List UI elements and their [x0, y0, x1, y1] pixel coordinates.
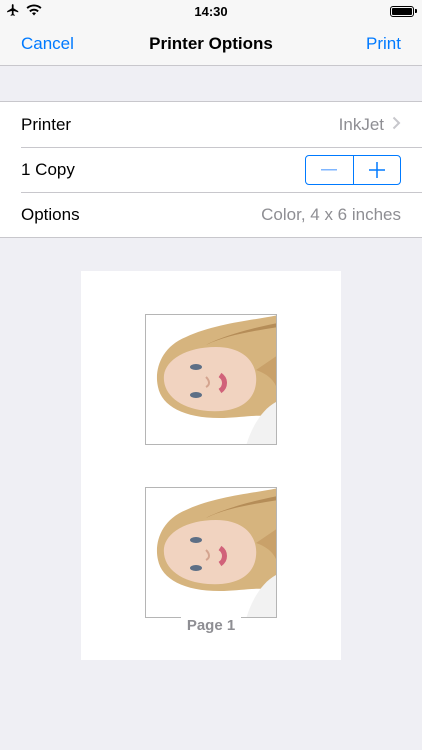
print-button[interactable]: Print	[366, 34, 401, 54]
chevron-right-icon	[392, 114, 401, 135]
photo-thumbnail	[145, 314, 277, 445]
copies-stepper[interactable]	[305, 154, 401, 185]
status-indicators	[6, 3, 42, 20]
copies-row: 1 Copy	[0, 147, 422, 192]
print-preview-page[interactable]: Page 1	[81, 271, 341, 660]
page-number-label: Page 1	[81, 617, 341, 634]
cancel-button[interactable]: Cancel	[21, 34, 74, 54]
status-bar: 14:30	[0, 0, 422, 22]
battery-icon	[390, 5, 417, 17]
printer-label: Printer	[21, 114, 72, 134]
options-row[interactable]: Options Color, 4 x 6 inches	[0, 192, 422, 237]
copies-label: 1 Copy	[21, 159, 75, 179]
options-label: Options	[21, 204, 80, 224]
printer-value: InkJet	[338, 114, 384, 134]
printer-row[interactable]: Printer InkJet	[0, 102, 422, 147]
wifi-icon	[26, 3, 42, 19]
printer-options-table: Printer InkJet 1 Copy Options Color, 4 x…	[0, 101, 422, 238]
page-number-text: Page 1	[180, 617, 242, 634]
increment-button[interactable]	[352, 155, 401, 184]
portrait-photo	[146, 488, 276, 617]
decrement-button[interactable]	[306, 156, 353, 184]
navigation-bar: Cancel Printer Options Print	[0, 22, 422, 66]
portrait-photo	[146, 315, 276, 444]
plus-icon	[368, 161, 385, 178]
minus-icon	[321, 168, 338, 170]
photo-thumbnail	[145, 487, 277, 618]
printer-value-group: InkJet	[339, 114, 401, 135]
options-value: Color, 4 x 6 inches	[261, 204, 401, 224]
airplane-icon	[6, 3, 20, 20]
status-time: 14:30	[194, 3, 228, 19]
